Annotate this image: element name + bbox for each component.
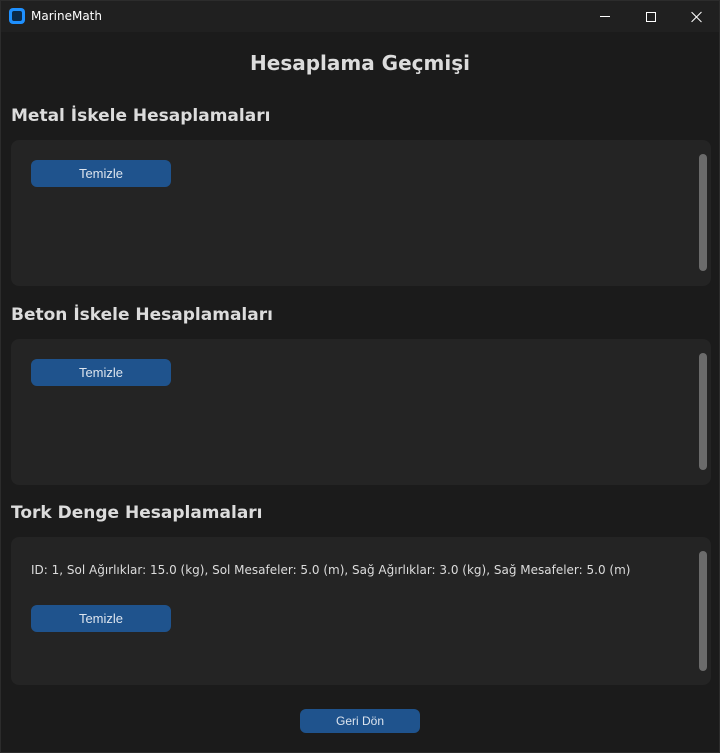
window-title: MarineMath [31, 9, 102, 23]
title-bar[interactable]: MarineMath [1, 1, 719, 32]
clear-metal-button[interactable]: Temizle [31, 160, 171, 187]
torque-history-panel[interactable]: ID: 1, Sol Ağırlıklar: 15.0 (kg), Sol Me… [11, 537, 711, 685]
app-icon [9, 8, 25, 24]
minimize-button[interactable] [582, 1, 628, 32]
metal-history-panel[interactable]: Temizle [11, 140, 711, 286]
clear-concrete-button[interactable]: Temizle [31, 359, 171, 386]
back-button[interactable]: Geri Dön [300, 709, 420, 733]
concrete-history-panel[interactable]: Temizle [11, 339, 711, 485]
maximize-icon [646, 11, 656, 22]
history-record: ID: 1, Sol Ağırlıklar: 15.0 (kg), Sol Me… [31, 563, 631, 577]
metal-scrollbar[interactable] [699, 154, 707, 271]
minimize-icon [600, 16, 610, 17]
maximize-button[interactable] [628, 1, 674, 32]
clear-torque-button[interactable]: Temizle [31, 605, 171, 632]
page-title: Hesaplama Geçmişi [250, 51, 470, 75]
close-icon [691, 11, 703, 23]
section-title-torque: Tork Denge Hesaplamaları [11, 503, 263, 523]
concrete-scrollbar[interactable] [699, 353, 707, 470]
close-button[interactable] [674, 1, 720, 32]
section-title-concrete: Beton İskele Hesaplamaları [11, 305, 273, 325]
app-window: MarineMath Hesaplama Geçmişi Metal İskel… [0, 0, 720, 753]
torque-scrollbar[interactable] [699, 551, 707, 671]
section-title-metal: Metal İskele Hesaplamaları [11, 106, 271, 126]
